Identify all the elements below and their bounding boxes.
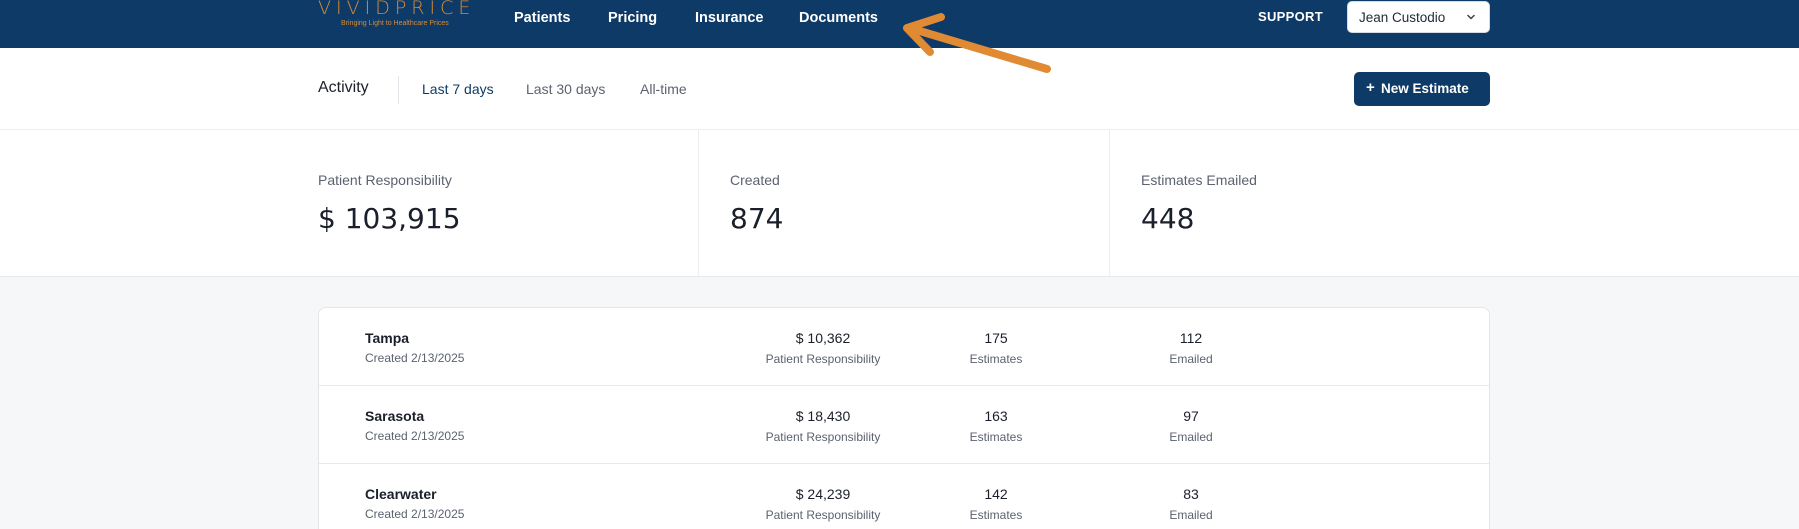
location-name: Clearwater — [365, 486, 437, 502]
stat-value-patient-responsibility: $ 103,915 — [318, 202, 461, 235]
stat-label-patient-responsibility: Patient Responsibility — [318, 172, 452, 188]
metric-value: 142 — [984, 486, 1008, 502]
metric-emailed: 83 Emailed — [1146, 486, 1236, 522]
stat-label-created: Created — [730, 172, 780, 188]
metric-estimates: 163 Estimates — [951, 408, 1041, 444]
metric-label: Emailed — [1169, 508, 1213, 522]
stat-value-estimates-emailed: 448 — [1141, 202, 1195, 235]
metric-value: $ 18,430 — [795, 408, 851, 424]
metric-estimates: 175 Estimates — [951, 330, 1041, 366]
logo-tagline: Bringing Light to Healthcare Prices — [341, 20, 449, 27]
location-name: Sarasota — [365, 408, 425, 424]
activity-bar: Activity Last 7 days Last 30 days All-ti… — [0, 48, 1799, 130]
metric-value: 163 — [984, 408, 1008, 424]
user-name: Jean Custodio — [1359, 10, 1446, 25]
user-menu-button[interactable]: Jean Custodio — [1347, 1, 1490, 33]
metric-label: Patient Responsibility — [765, 352, 881, 366]
new-estimate-button[interactable]: + New Estimate — [1354, 72, 1490, 106]
logo[interactable]: VIVIDPRICE Bringing Light to Healthcare … — [318, 0, 478, 30]
metric-patient-responsibility: $ 18,430 Patient Responsibility — [743, 408, 903, 444]
metric-label: Patient Responsibility — [765, 508, 881, 522]
location-row-tampa[interactable]: Tampa Created 2/13/2025 $ 10,362 Patient… — [319, 308, 1489, 386]
location-name: Tampa — [365, 330, 410, 346]
metric-label: Patient Responsibility — [765, 430, 881, 444]
location-created-date: Created 2/13/2025 — [365, 507, 465, 521]
metric-emailed: 97 Emailed — [1146, 408, 1236, 444]
plus-icon: + — [1366, 79, 1375, 96]
logo-wordmark: VIVIDPRICE — [318, 0, 476, 19]
metric-label: Emailed — [1169, 430, 1213, 444]
metric-label: Estimates — [969, 430, 1023, 444]
metric-value: 97 — [1183, 408, 1199, 424]
metric-value: 175 — [984, 330, 1008, 346]
nav-documents[interactable]: Documents — [799, 10, 878, 28]
nav-insurance[interactable]: Insurance — [695, 10, 764, 28]
tab-last-30-days[interactable]: Last 30 days — [526, 81, 605, 97]
activity-divider — [398, 76, 399, 104]
support-link[interactable]: SUPPORT — [1258, 9, 1323, 24]
chevron-down-icon — [1467, 14, 1475, 20]
stat-label-estimates-emailed: Estimates Emailed — [1141, 172, 1257, 188]
nav-pricing[interactable]: Pricing — [608, 10, 657, 28]
metric-value: $ 10,362 — [795, 330, 851, 346]
metric-patient-responsibility: $ 10,362 Patient Responsibility — [743, 330, 903, 366]
location-row-clearwater[interactable]: Clearwater Created 2/13/2025 $ 24,239 Pa… — [319, 464, 1489, 529]
metric-emailed: 112 Emailed — [1146, 330, 1236, 366]
nav-patients[interactable]: Patients — [514, 10, 570, 28]
metric-label: Estimates — [969, 508, 1023, 522]
metric-value: $ 24,239 — [795, 486, 851, 502]
stat-divider — [1109, 130, 1110, 277]
stat-divider — [698, 130, 699, 277]
location-row-sarasota[interactable]: Sarasota Created 2/13/2025 $ 18,430 Pati… — [319, 386, 1489, 464]
location-created-date: Created 2/13/2025 — [365, 351, 465, 365]
metric-value: 83 — [1183, 486, 1199, 502]
metric-patient-responsibility: $ 24,239 Patient Responsibility — [743, 486, 903, 522]
activity-title: Activity — [318, 79, 369, 96]
summary-stats: Patient Responsibility $ 103,915 Created… — [0, 130, 1799, 277]
top-nav-bar: VIVIDPRICE Bringing Light to Healthcare … — [0, 0, 1799, 48]
metric-estimates: 142 Estimates — [951, 486, 1041, 522]
metric-value: 112 — [1179, 330, 1203, 346]
new-estimate-label: New Estimate — [1381, 81, 1469, 96]
tab-all-time[interactable]: All-time — [640, 81, 687, 97]
metric-label: Estimates — [969, 352, 1023, 366]
location-list: Tampa Created 2/13/2025 $ 10,362 Patient… — [318, 307, 1490, 529]
location-created-date: Created 2/13/2025 — [365, 429, 465, 443]
metric-label: Emailed — [1169, 352, 1213, 366]
stat-value-created: 874 — [730, 202, 784, 235]
tab-last-7-days[interactable]: Last 7 days — [422, 81, 494, 97]
